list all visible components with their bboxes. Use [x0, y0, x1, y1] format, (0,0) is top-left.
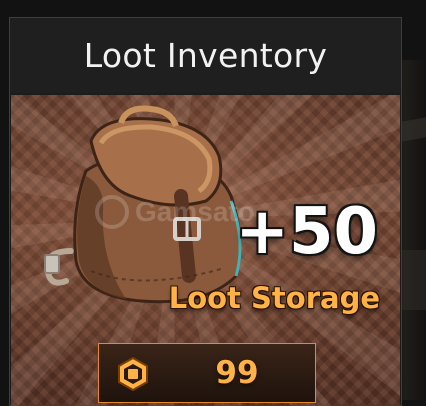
loot-inventory-panel: Loot Inventory Gamsato +50 Loot Storage …	[9, 17, 402, 406]
screen: Loot Inventory Gamsato +50 Loot Storage …	[0, 0, 426, 406]
robux-icon	[118, 356, 148, 392]
panel-title: Loot Inventory	[83, 36, 328, 75]
title-bar: Loot Inventory	[10, 18, 401, 93]
storage-bonus: +50	[235, 195, 378, 269]
purchase-button[interactable]: 99	[98, 343, 316, 403]
item-label: Loot Storage	[168, 281, 380, 315]
item-card[interactable]: Gamsato +50 Loot Storage 99	[11, 95, 400, 406]
watermark-logo-icon	[95, 195, 129, 229]
watermark: Gamsato	[95, 195, 255, 229]
price-label: 99	[215, 355, 259, 391]
background-structure	[400, 250, 426, 310]
